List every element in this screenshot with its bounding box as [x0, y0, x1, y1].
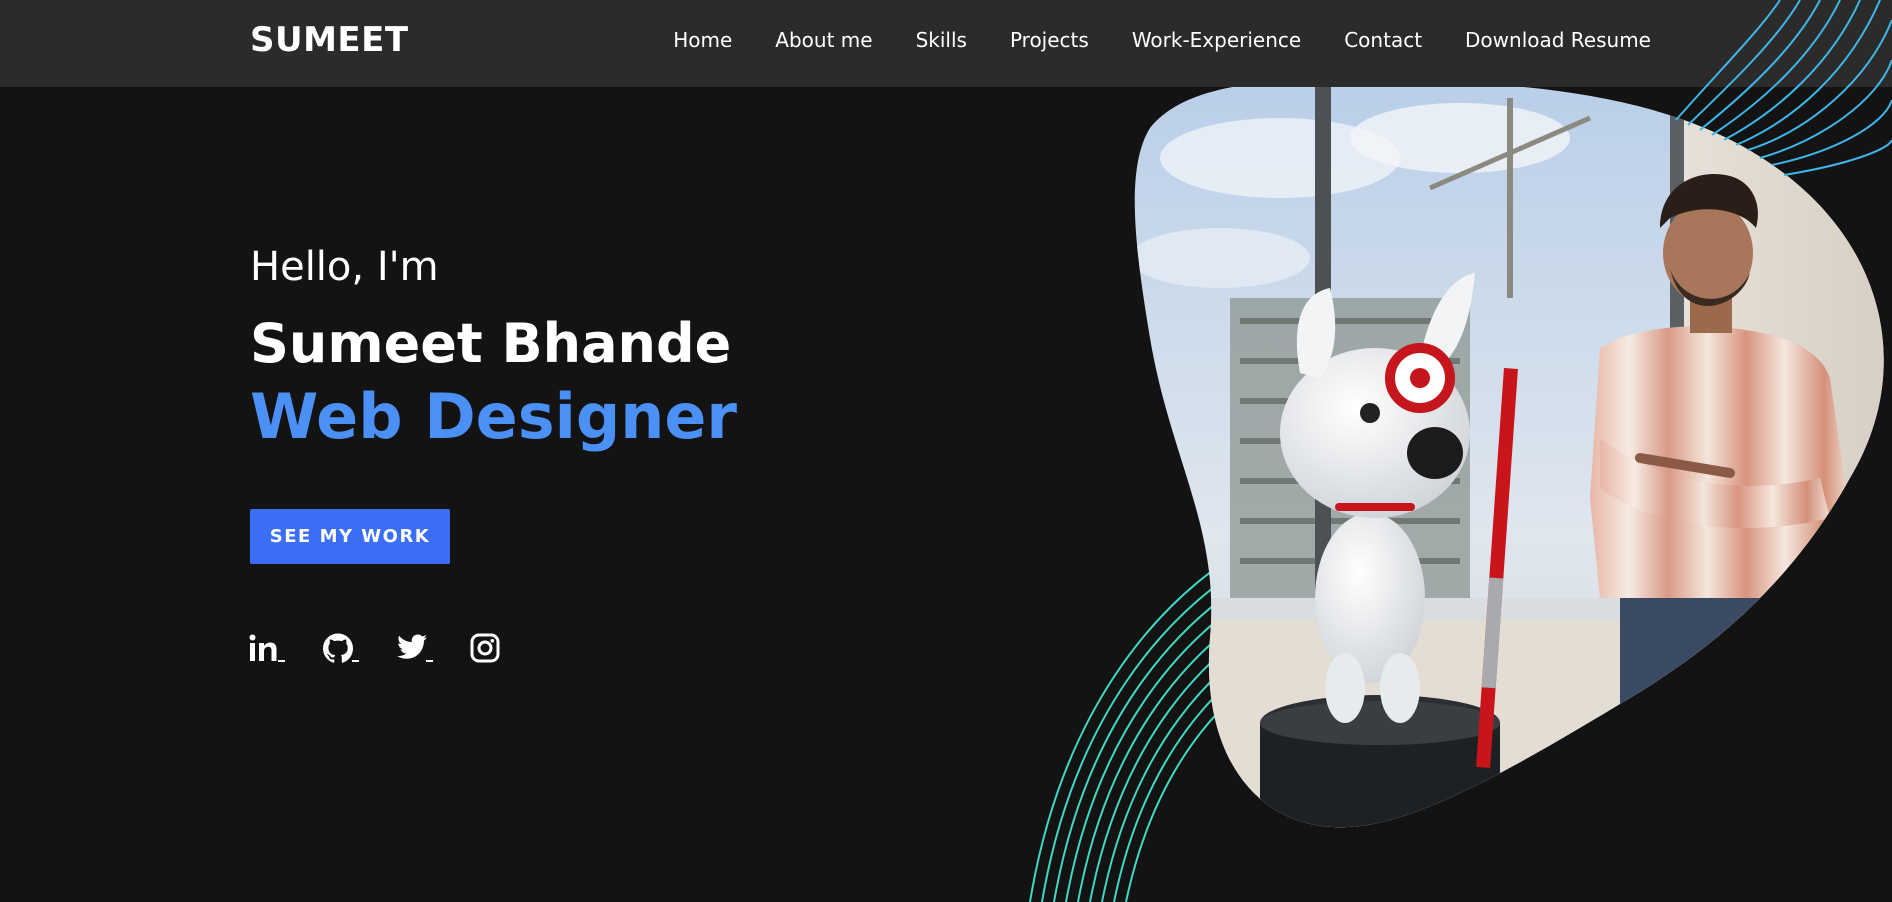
instagram-link[interactable]: [470, 630, 510, 666]
linkedin-link[interactable]: [248, 630, 288, 666]
nav-projects[interactable]: Projects: [1010, 28, 1089, 52]
hero-greeting: Hello, I'm: [250, 244, 439, 290]
site-header: SUMEET Home About me Skills Projects Wor…: [0, 0, 1892, 87]
see-my-work-button[interactable]: SEE MY WORK: [250, 509, 450, 564]
instagram-icon: [470, 633, 500, 663]
hero-name: Sumeet Bhande: [250, 312, 732, 375]
main-nav: Home About me Skills Projects Work-Exper…: [630, 28, 1651, 52]
twitter-link[interactable]: [396, 630, 436, 666]
github-link[interactable]: [322, 630, 362, 666]
profile-photo: [1130, 78, 1892, 838]
underscore-mark: [352, 660, 359, 662]
nav-about-me[interactable]: About me: [775, 28, 872, 52]
nav-skills[interactable]: Skills: [916, 28, 967, 52]
profile-photo-illustration: [1134, 79, 1884, 828]
github-icon: [323, 633, 353, 663]
nav-work-experience[interactable]: Work-Experience: [1132, 28, 1301, 52]
hero-role: Web Designer: [250, 380, 738, 453]
twitter-icon: [397, 634, 427, 659]
linkedin-icon: [249, 634, 277, 661]
nav-contact[interactable]: Contact: [1344, 28, 1422, 52]
nav-download-resume[interactable]: Download Resume: [1465, 28, 1651, 52]
nav-home[interactable]: Home: [673, 28, 732, 52]
underscore-mark: [278, 660, 285, 662]
page: SUMEET Home About me Skills Projects Wor…: [0, 0, 1892, 902]
underscore-mark: [426, 660, 433, 662]
social-links: [248, 630, 544, 666]
site-logo[interactable]: SUMEET: [250, 20, 409, 60]
